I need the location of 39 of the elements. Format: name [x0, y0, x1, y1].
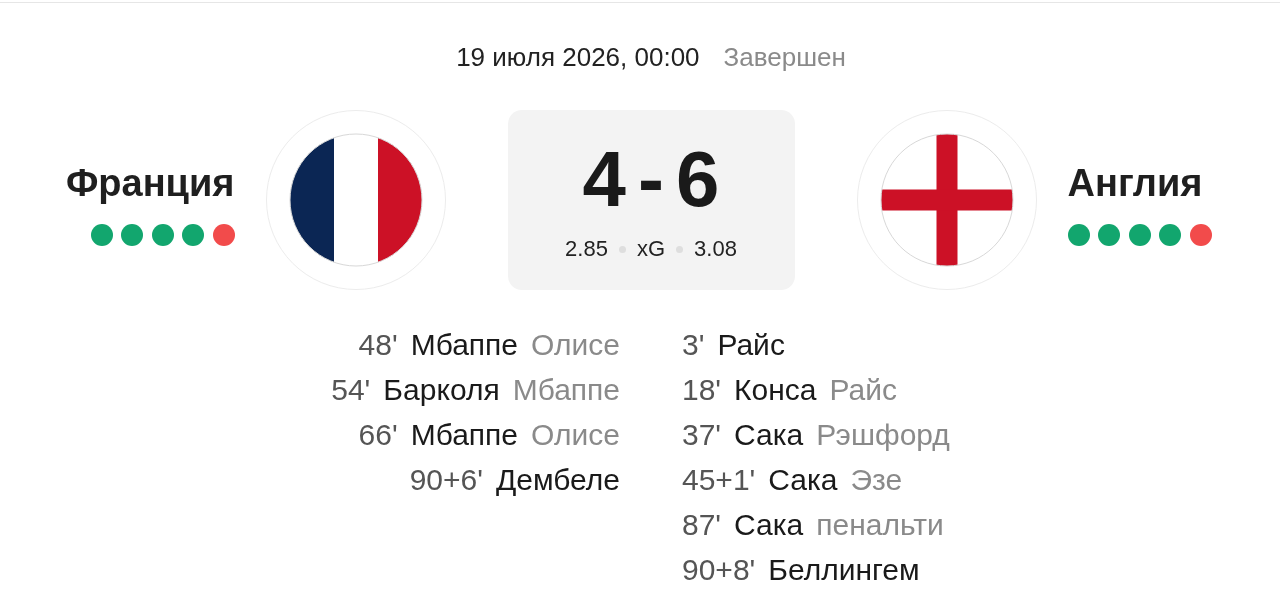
goal-scorer: Барколя: [383, 372, 500, 408]
team-name: Англия: [1067, 161, 1203, 206]
match-date: 19 июля 2026, 00:00: [456, 42, 700, 72]
goal-detail: Олисе: [531, 417, 620, 453]
score-separator: -: [638, 140, 664, 218]
goal-minute: 87': [682, 507, 722, 543]
goal-detail: Мбаппе: [512, 372, 620, 408]
goal-minute: 45+1': [682, 462, 756, 498]
team-name: Франция: [65, 161, 235, 206]
goal-detail: пенальти: [816, 507, 944, 543]
goal-scorer: Мбаппе: [410, 417, 519, 453]
goal-scorer: Беллингем: [768, 552, 920, 588]
goal-scorer: Конса: [734, 372, 817, 408]
goal-minute: 54': [331, 372, 371, 408]
goal-detail: Рэшфорд: [816, 417, 950, 453]
goal-minute: 18': [682, 372, 722, 408]
goal-detail: Олисе: [531, 327, 620, 363]
goal-minute: 3': [682, 327, 705, 363]
goal-detail: Эзе: [850, 462, 903, 498]
goal-scorer: Дембеле: [496, 462, 620, 498]
goal-minute: 48': [358, 327, 398, 363]
goal-minute: 90+6': [409, 462, 483, 498]
goal-scorer: Райс: [717, 327, 785, 363]
goal-minute: 90+8': [682, 552, 756, 588]
home-score: 4: [582, 140, 626, 218]
goal-minute: 66': [358, 417, 398, 453]
goal-scorer: Сака: [734, 507, 804, 543]
xg-label: xG: [636, 238, 666, 260]
home-xg: 2.85: [565, 238, 608, 260]
goal-scorer: Сака: [768, 462, 838, 498]
away-xg: 3.08: [694, 238, 737, 260]
goal-minute: 37': [682, 417, 722, 453]
goal-scorer: Мбаппе: [410, 327, 519, 363]
match-status: Завершен: [723, 42, 846, 72]
tricolor-flag-icon: [265, 110, 446, 290]
away-score: 6: [676, 140, 720, 218]
goal-scorer: Сака: [734, 417, 804, 453]
cross-flag-icon: [856, 110, 1037, 290]
goal-detail: Райс: [829, 372, 897, 408]
